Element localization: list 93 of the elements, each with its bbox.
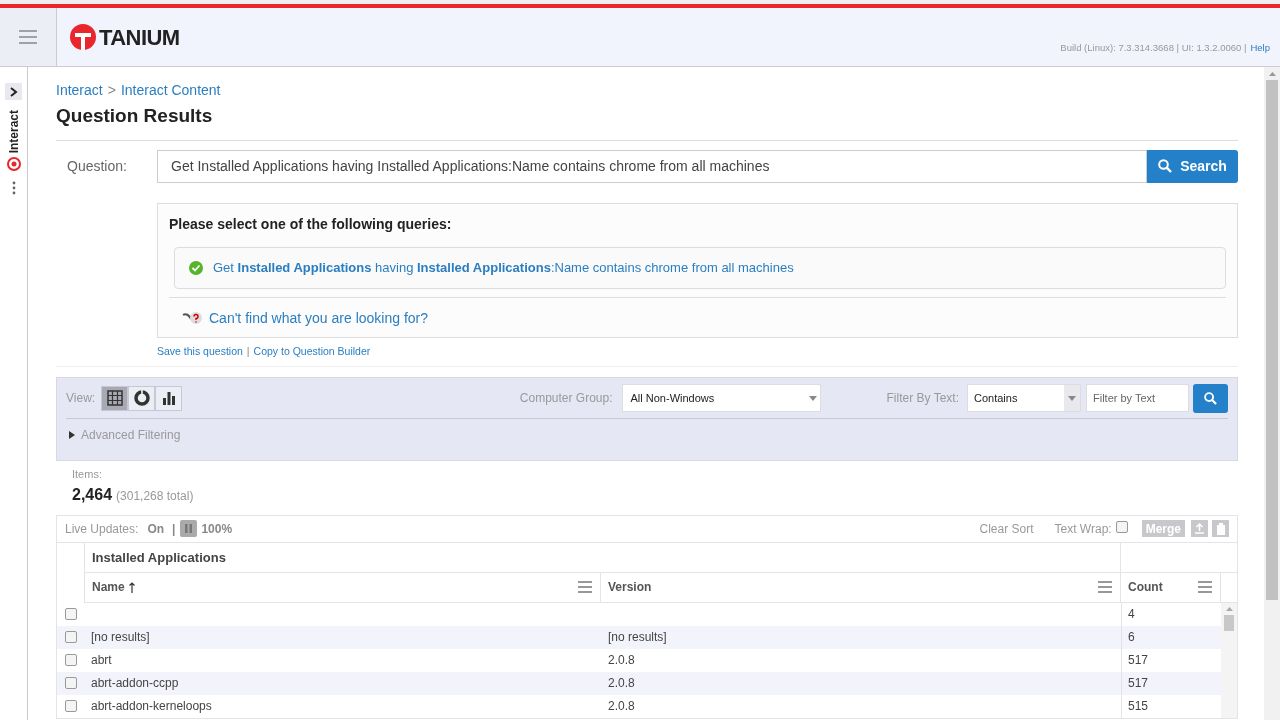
pie-chart-icon — [133, 390, 150, 407]
filter-search-button[interactable] — [1193, 383, 1228, 413]
breadcrumb-link[interactable]: Interact Content — [120, 80, 221, 101]
grid-icon — [106, 390, 123, 407]
logo: TANIUM — [70, 8, 180, 66]
pause-button[interactable] — [180, 520, 198, 538]
breadcrumb-separator: > — [107, 81, 116, 100]
filter-text-field[interactable]: Filter by Text — [1086, 384, 1189, 413]
table-cell: 2.0.8 — [608, 676, 635, 691]
text-wrap-label: Text Wrap: — [1054, 520, 1112, 538]
page-title: Question Results — [56, 104, 214, 128]
pause-icon — [185, 524, 193, 534]
page-scrollbar[interactable] — [1264, 67, 1280, 720]
copy-to-builder-link[interactable]: Copy to Question Builder — [253, 343, 371, 360]
clear-sort-button[interactable]: Clear Sort — [979, 519, 1034, 538]
column-header[interactable]: Name — [85, 572, 601, 602]
table-cell: abrt-addon-ccpp — [91, 676, 179, 691]
table-cell-text: 4 — [1128, 606, 1135, 624]
scrollbar-thumb[interactable] — [1224, 614, 1234, 631]
column-header[interactable]: Count — [1121, 572, 1221, 602]
view-toggle[interactable] — [101, 385, 129, 411]
target-icon — [6, 157, 21, 172]
row-checkbox[interactable] — [65, 631, 77, 644]
menu-icon — [19, 30, 37, 44]
live-updates-label: Live Updates: — [65, 520, 139, 538]
group-header: Installed Applications — [85, 542, 1121, 572]
filter-label: Filter By Text: — [886, 390, 959, 408]
table-cell-text: 517 — [1128, 652, 1149, 670]
sort-arrow-icon[interactable] — [128, 581, 135, 593]
sidebar-tab[interactable]: Interact — [4, 110, 23, 172]
more-icon[interactable] — [10, 181, 17, 196]
question-label: Question: — [66, 156, 128, 176]
table-cell: abrt-addon-kerneloops — [91, 699, 212, 714]
row-checkbox[interactable] — [65, 608, 77, 621]
view-toggle[interactable] — [128, 385, 156, 411]
column-menu-icon[interactable] — [1197, 580, 1213, 595]
chevron-right-icon — [9, 86, 18, 97]
clipboard-button[interactable] — [1212, 520, 1229, 538]
save-question-link[interactable]: Save this question — [157, 343, 243, 360]
computer-group-label: Computer Group: — [519, 390, 613, 408]
toolbar-separator: | — [172, 520, 176, 538]
row-checkbox[interactable] — [65, 700, 77, 713]
export-icon — [1194, 523, 1205, 535]
table-cell: 2.0.8 — [608, 699, 635, 714]
row-checkbox[interactable] — [65, 654, 77, 667]
check-circle-icon — [189, 260, 203, 275]
scroll-up-icon[interactable] — [1268, 72, 1276, 76]
progress-percent: 100% — [201, 520, 233, 538]
search-button[interactable]: Search — [1147, 149, 1238, 183]
view-label: View: — [66, 390, 96, 408]
column-menu-icon[interactable] — [577, 580, 593, 595]
help-link[interactable]: Help — [1250, 40, 1270, 55]
computer-group-select[interactable]: All Non-Windows — [621, 384, 821, 413]
query-option[interactable]: Get Installed Applications having Installed Applications:Name contains chrome from all machines — [174, 246, 1226, 289]
expand-button[interactable] — [5, 83, 22, 100]
breadcrumb-link[interactable]: Interact — [56, 80, 103, 101]
clipboard-icon — [1215, 522, 1226, 535]
table-cell-text: 6 — [1128, 629, 1135, 647]
row-checkbox[interactable] — [65, 677, 77, 690]
logo-icon — [70, 24, 96, 50]
bar-chart-icon — [160, 390, 177, 407]
column-header[interactable]: Version — [601, 572, 1121, 602]
table-cell: abrt — [91, 653, 112, 668]
queries-heading: Please select one of the following queries: — [169, 214, 453, 234]
search-icon — [1158, 159, 1173, 173]
help-link[interactable]: Can't find what you are looking for? — [209, 307, 429, 329]
table-cell: [no results] — [608, 630, 667, 645]
question-field[interactable]: Get Installed Applications having Installed Applications:Name contains chrome from all machines — [157, 149, 1147, 183]
filter-mode-select[interactable]: Contains — [967, 384, 1081, 413]
help-arrow-icon — [182, 311, 203, 325]
view-toggle[interactable] — [155, 385, 183, 411]
table-cell-text: 515 — [1128, 698, 1149, 716]
menu-button[interactable] — [0, 8, 57, 66]
table-scrollbar[interactable] — [1221, 602, 1237, 718]
items-label: Items: — [72, 467, 103, 483]
text-wrap-checkbox[interactable] — [1115, 520, 1128, 533]
search-icon — [1204, 391, 1217, 405]
link-separator: | — [246, 343, 250, 359]
build-info: Build (Linux): 7.3.314.3668 | UI: 1.3.2.0060 | — [1060, 40, 1247, 55]
live-updates-state: On — [147, 520, 165, 538]
caret-icon — [808, 395, 817, 401]
export-button[interactable] — [1191, 520, 1208, 538]
column-menu-icon[interactable] — [1097, 580, 1113, 595]
items-count: 2,464 — [72, 484, 113, 505]
advanced-filtering-toggle[interactable]: Advanced Filtering — [66, 419, 181, 452]
caret-icon — [1068, 395, 1076, 401]
items-total: (301,268 total) — [116, 487, 194, 505]
scrollbar-thumb[interactable] — [1266, 80, 1278, 600]
table-cell: [no results] — [91, 630, 150, 645]
table-cell: 2.0.8 — [608, 653, 635, 668]
table-cell-text: 517 — [1128, 675, 1149, 693]
caret-icon — [69, 431, 75, 440]
scroll-up-icon[interactable] — [1225, 606, 1233, 611]
